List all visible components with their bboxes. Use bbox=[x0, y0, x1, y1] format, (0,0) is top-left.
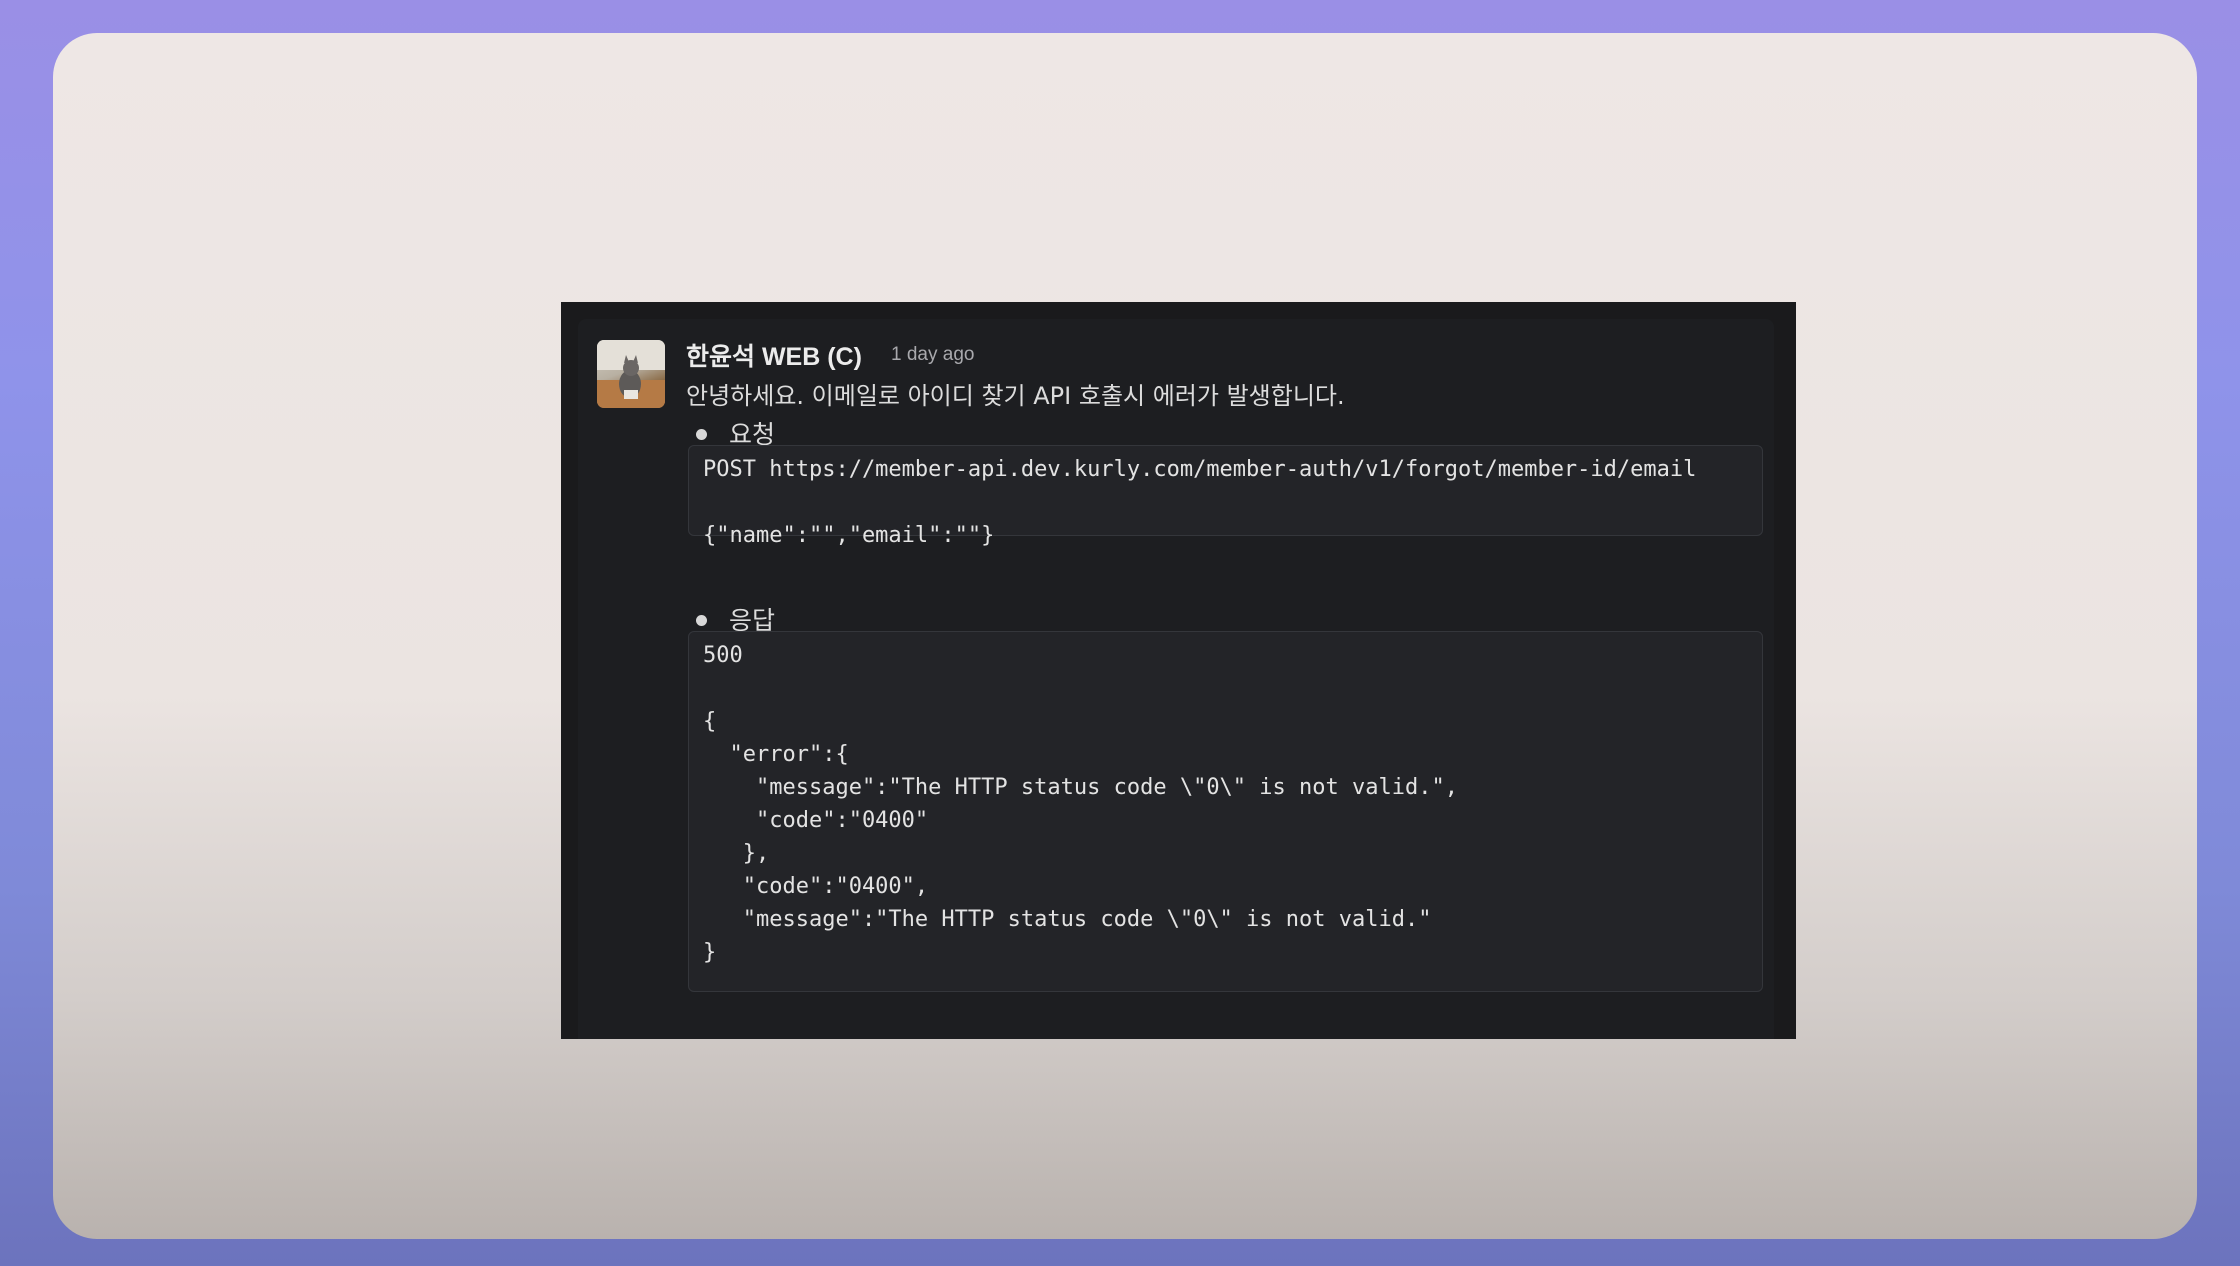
request-code-block: POST https://member-api.dev.kurly.com/me… bbox=[688, 445, 1763, 548]
message-text: 안녕하세요. 이메일로 아이디 찾기 API 호출시 에러가 발생합니다. bbox=[686, 382, 1345, 410]
avatar[interactable] bbox=[597, 340, 665, 408]
slide-card: 한윤석 WEB (C) 1 day ago 안녕하세요. 이메일로 아이디 찾기… bbox=[53, 33, 2197, 1239]
chat-screenshot: 한윤석 WEB (C) 1 day ago 안녕하세요. 이메일로 아이디 찾기… bbox=[561, 302, 1796, 1039]
timestamp[interactable]: 1 day ago bbox=[891, 344, 974, 366]
bullet-dot-icon bbox=[696, 428, 707, 440]
chat-message: 한윤석 WEB (C) 1 day ago 안녕하세요. 이메일로 아이디 찾기… bbox=[578, 319, 1774, 1039]
author-name[interactable]: 한윤석 WEB (C) bbox=[686, 337, 862, 373]
cat-photo-avatar-image bbox=[597, 340, 665, 408]
bullet-dot-icon bbox=[696, 614, 707, 626]
response-code-block: 500 { "error":{ "message":"The HTTP stat… bbox=[688, 631, 1763, 992]
